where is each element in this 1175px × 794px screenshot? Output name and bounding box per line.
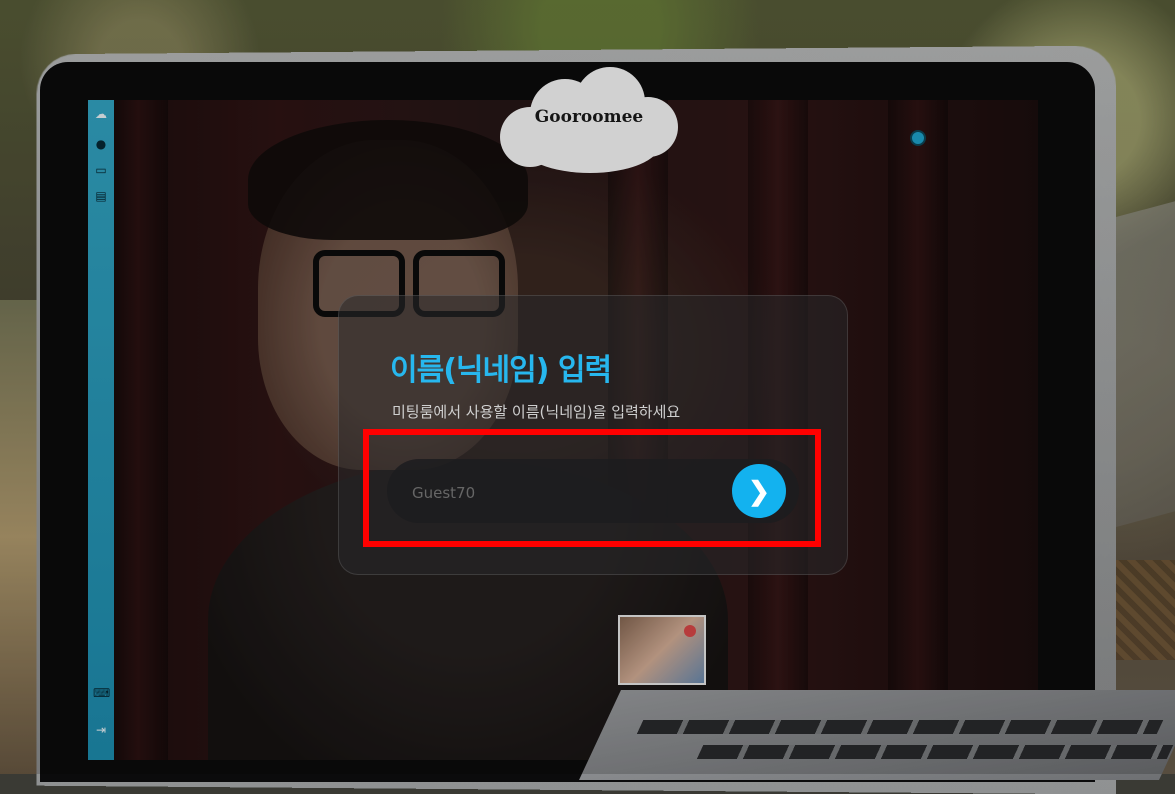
dialog-title: 이름(닉네임) 입력: [390, 353, 612, 388]
dialog-subtitle: 미팅룸에서 사용할 이름(닉네임)을 입력하세요: [392, 403, 681, 421]
highlight-box: [363, 429, 821, 547]
